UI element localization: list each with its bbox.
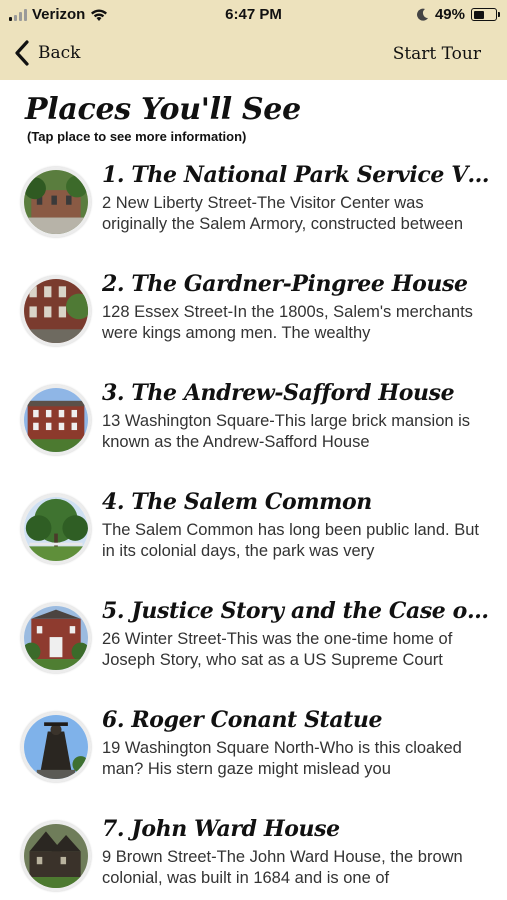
place-photo [21,385,91,455]
place-item-visitor-center[interactable]: 1. The National Park Service Visitor Cen… [0,162,507,271]
place-photo [21,712,91,782]
places-screen: Places You'll See (Tap place to see more… [0,80,507,900]
place-description: 19 Washington Square North-Who is this c… [102,739,462,778]
status-right: 49% [416,6,500,23]
page-subtitle: (Tap place to see more information) [27,129,247,144]
place-photo [21,821,91,891]
place-title: 7. John Ward House [102,816,340,842]
status-bar: Verizon 6:47 PM 49% [0,0,507,30]
place-photo [21,167,91,237]
page-title: Places You'll See [25,92,301,127]
place-description: 13 Washington Square-This large brick ma… [102,412,471,451]
place-photo [21,276,91,346]
place-description: The Salem Common has long been public la… [102,521,479,560]
place-item-andrew-safford-house[interactable]: 3. The Andrew-Safford House 13 Washingto… [0,380,507,489]
start-tour-button[interactable]: Start Tour [393,44,481,64]
status-left: Verizon [9,6,108,23]
battery-icon [471,8,500,21]
battery-percent: 49% [434,6,465,23]
place-description: 9 Brown Street-The John Ward House, the … [102,848,463,887]
place-title: 4. The Salem Common [102,489,372,515]
moon-icon [416,8,428,21]
wifi-icon [91,9,108,21]
place-description: 128 Essex Street-In the 1800s, Salem's m… [102,303,473,342]
place-list: 1. The National Park Service Visitor Cen… [0,162,507,900]
place-description: 2 New Liberty Street-The Visitor Center … [102,194,464,233]
place-item-gardner-pingree-house[interactable]: 2. The Gardner-Pingree House 128 Essex S… [0,271,507,380]
place-description: 26 Winter Street-This was the one-time h… [102,630,453,669]
back-button[interactable]: Back [14,40,80,66]
place-title: 5. Justice Story and the Case of the [102,598,492,624]
battery-fill [473,10,484,19]
place-title: 2. The Gardner-Pingree House [102,271,468,297]
place-item-justice-story[interactable]: 5. Justice Story and the Case of the 26 … [0,598,507,707]
back-label: Back [38,43,81,63]
place-item-roger-conant-statue[interactable]: 6. Roger Conant Statue 19 Washington Squ… [0,707,507,816]
place-item-salem-common[interactable]: 4. The Salem Common The Salem Common has… [0,489,507,598]
signal-icon [9,8,27,21]
place-photo [21,603,91,673]
nav-bar: Back Start Tour [0,30,507,80]
place-title: 1. The National Park Service Visitor Cen… [102,162,492,188]
place-title: 3. The Andrew-Safford House [102,380,455,406]
carrier-name: Verizon [32,6,86,23]
start-tour-label: Start Tour [392,44,481,64]
place-title: 6. Roger Conant Statue [102,707,383,733]
place-item-john-ward-house[interactable]: 7. John Ward House 9 Brown Street-The Jo… [0,816,507,900]
chevron-left-icon [15,40,29,66]
place-photo [21,494,91,564]
